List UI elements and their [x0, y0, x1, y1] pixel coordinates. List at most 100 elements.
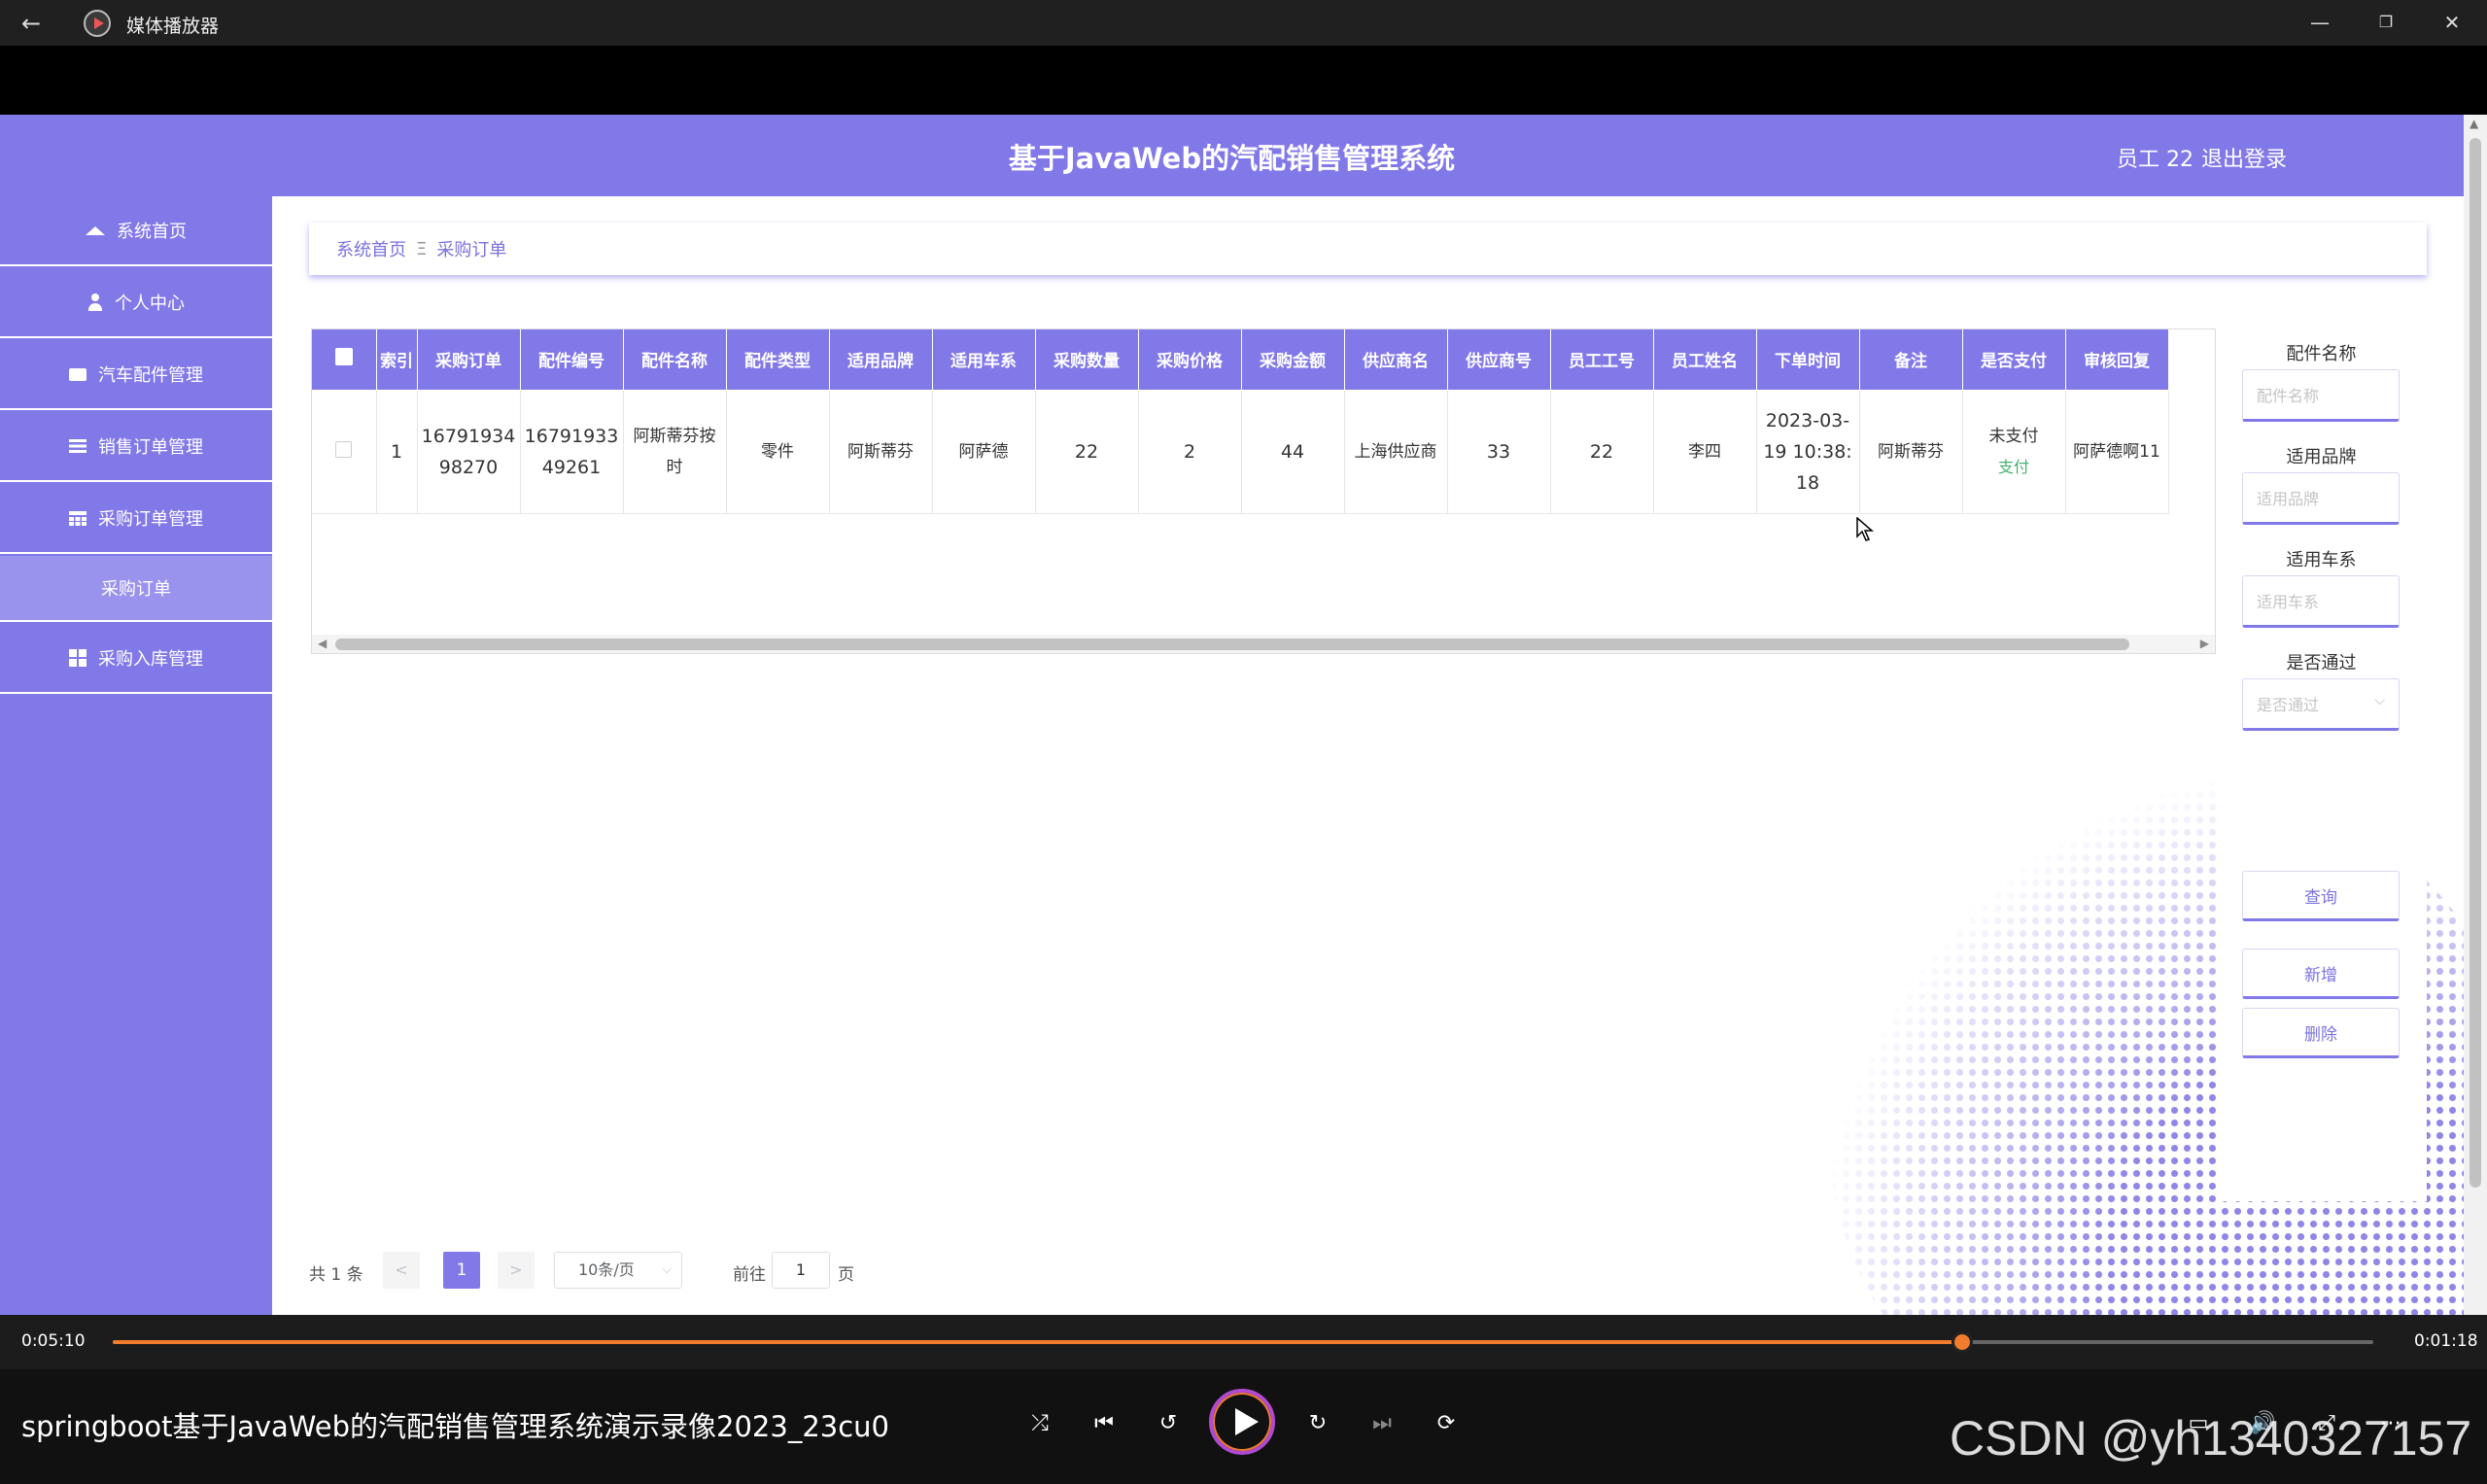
brand-input[interactable]: 适用品牌 [2242, 472, 2400, 525]
column-header: 供应商名 [1344, 329, 1448, 391]
sidebar-item-sales-orders[interactable]: 销售订单管理 [0, 412, 272, 482]
csdn-watermark: CSDN @yh1340327157 [1950, 1411, 2472, 1466]
sidebar-item-label: 系统首页 [117, 222, 187, 242]
table-horizontal-scrollbar[interactable]: ◀ ▶ [312, 635, 2215, 653]
cell-order-time: 2023-03-19 10:38:18 [1756, 390, 1860, 514]
search-panel: 配件名称 配件名称 适用品牌 适用品牌 适用车系 适用车系 是否通过 是否通过 … [2216, 330, 2427, 1201]
query-button[interactable]: 查询 [2242, 871, 2400, 921]
user-icon [87, 293, 103, 311]
sidebar-item-purchase-inbound[interactable]: 采购入库管理 [0, 624, 272, 694]
series-label: 适用车系 [2286, 550, 2357, 570]
sidebar-subitem-purchase-order[interactable]: 采购订单 [0, 556, 272, 622]
pay-link[interactable]: 支付 [1967, 452, 2061, 483]
add-button[interactable]: 新增 [2242, 949, 2400, 999]
sidebar-item-label: 汽车配件管理 [98, 365, 203, 386]
elapsed-time: 0:05:10 [21, 1331, 86, 1351]
sidebar-item-profile[interactable]: 个人中心 [0, 268, 272, 338]
chevron-down-icon: ⌵ [2374, 693, 2385, 708]
seek-knob[interactable] [1951, 1331, 1973, 1353]
maximize-button[interactable]: ❐ [2371, 8, 2401, 37]
sidebar-item-purchase-orders[interactable]: 采购订单管理 [0, 484, 272, 554]
select-all-checkbox[interactable] [334, 348, 353, 366]
cell-qty: 22 [1035, 390, 1139, 514]
scroll-left-icon[interactable]: ◀ [318, 637, 327, 650]
sidebar-item-label: 销售订单管理 [98, 437, 203, 458]
table-header-row: 索引 采购订单 配件编号 配件名称 配件类型 适用品牌 适用车系 采购数量 采购… [312, 329, 2169, 391]
seek-track[interactable] [113, 1331, 2373, 1353]
media-player-app-icon [84, 10, 111, 37]
prev-page-button[interactable]: < [383, 1252, 420, 1289]
row-checkbox[interactable] [335, 440, 353, 458]
cell-order-no: 1679193498270 [417, 390, 521, 514]
series-input[interactable]: 适用车系 [2242, 575, 2400, 628]
column-header: 员工工号 [1550, 329, 1654, 391]
sidebar-item-home[interactable]: 系统首页 [0, 196, 272, 266]
column-header: 配件编号 [520, 329, 624, 391]
column-header: 适用车系 [932, 329, 1036, 391]
part-name-input[interactable]: 配件名称 [2242, 369, 2400, 422]
previous-icon[interactable]: ⏮ [1087, 1406, 1122, 1441]
scroll-right-icon[interactable]: ▶ [2200, 637, 2209, 650]
column-header: 审核回复 [2065, 329, 2169, 391]
scrollbar-thumb[interactable] [335, 638, 2129, 650]
column-header: 供应商号 [1447, 329, 1551, 391]
forward-30-icon[interactable]: ↻ [1300, 1406, 1335, 1441]
repeat-off-icon[interactable]: ⟳ [1429, 1406, 1464, 1441]
cell-supplier: 上海供应商 [1344, 390, 1448, 514]
remaining-time: 0:01:18 [2414, 1331, 2478, 1351]
chevron-down-icon: ⌵ [662, 1262, 672, 1277]
approved-label: 是否通过 [2286, 653, 2357, 673]
pagination-total: 共 1 条 [309, 1265, 363, 1285]
grid-icon [69, 649, 86, 667]
select-all-checkbox-cell[interactable] [312, 329, 377, 391]
pagination: 共 1 条 < 1 > 10条/页 ⌵ 前往 1 页 [309, 1252, 989, 1289]
current-page-button[interactable]: 1 [443, 1252, 480, 1289]
web-content: 基于JavaWeb的汽配销售管理系统 员工 22 退出登录 系统首页 个人中心 … [0, 115, 2487, 1315]
page-size-value: 10条/页 [578, 1260, 635, 1279]
site-header: 基于JavaWeb的汽配销售管理系统 员工 22 退出登录 [0, 115, 2464, 196]
approved-select[interactable]: 是否通过 ⌵ [2242, 678, 2400, 731]
purchase-order-table: 索引 采购订单 配件编号 配件名称 配件类型 适用品牌 适用车系 采购数量 采购… [311, 328, 2216, 654]
logout-link[interactable]: 退出登录 [2201, 142, 2287, 173]
page-size-select[interactable]: 10条/页 ⌵ [554, 1252, 682, 1289]
current-user: 员工 22 [2117, 148, 2193, 172]
rewind-10-icon[interactable]: ↺ [1151, 1406, 1186, 1441]
play-icon[interactable] [1209, 1389, 1275, 1455]
scroll-up-icon[interactable]: ▲ [2470, 117, 2478, 130]
breadcrumb-current: 采购订单 [436, 240, 507, 260]
delete-button[interactable]: 删除 [2242, 1008, 2400, 1058]
close-button[interactable]: ✕ [2437, 8, 2467, 37]
breadcrumb-separator: Ξ [416, 238, 428, 259]
sidebar-item-parts[interactable]: 汽车配件管理 [0, 340, 272, 410]
next-icon[interactable]: ⏭ [1364, 1406, 1399, 1441]
column-header: 员工姓名 [1653, 329, 1757, 391]
minimize-button[interactable]: — [2305, 8, 2334, 37]
cell-remark: 阿斯蒂芬 [1859, 390, 1963, 514]
cell-part-no: 1679193349261 [520, 390, 624, 514]
column-header: 适用品牌 [829, 329, 933, 391]
table-icon [69, 510, 86, 526]
cell-emp-no: 22 [1550, 390, 1654, 514]
cell-part-name: 阿斯蒂芬按时 [623, 390, 727, 514]
cell-payment: 未支付 支付 [1962, 390, 2066, 514]
next-page-button[interactable]: > [498, 1252, 535, 1289]
column-header: 采购数量 [1035, 329, 1139, 391]
sidebar-item-label: 采购订单管理 [98, 509, 203, 530]
column-header: 配件名称 [623, 329, 727, 391]
back-arrow-icon[interactable]: ← [21, 10, 49, 37]
seek-bar-area: 0:05:10 0:01:18 [0, 1315, 2487, 1369]
page-scrollbar-thumb[interactable] [2470, 138, 2481, 1188]
cell-part-type: 零件 [726, 390, 830, 514]
cell-series: 阿萨德 [932, 390, 1036, 514]
row-checkbox-cell[interactable] [312, 390, 377, 514]
breadcrumb-home[interactable]: 系统首页 [336, 236, 406, 261]
page-suffix: 页 [838, 1265, 854, 1285]
shuffle-icon[interactable]: ⤮ [1022, 1406, 1057, 1441]
goto-page-input[interactable]: 1 [772, 1252, 830, 1289]
cell-index: 1 [376, 390, 418, 514]
mouse-cursor-icon [1856, 517, 1874, 541]
table-row: 1 1679193498270 1679193349261 阿斯蒂芬按时 零件 … [312, 390, 2169, 514]
app-title: 媒体播放器 [126, 16, 220, 37]
page-vertical-scrollbar[interactable]: ▲ [2464, 115, 2487, 1315]
title-bar: ← 媒体播放器 — ❐ ✕ [0, 0, 2487, 46]
